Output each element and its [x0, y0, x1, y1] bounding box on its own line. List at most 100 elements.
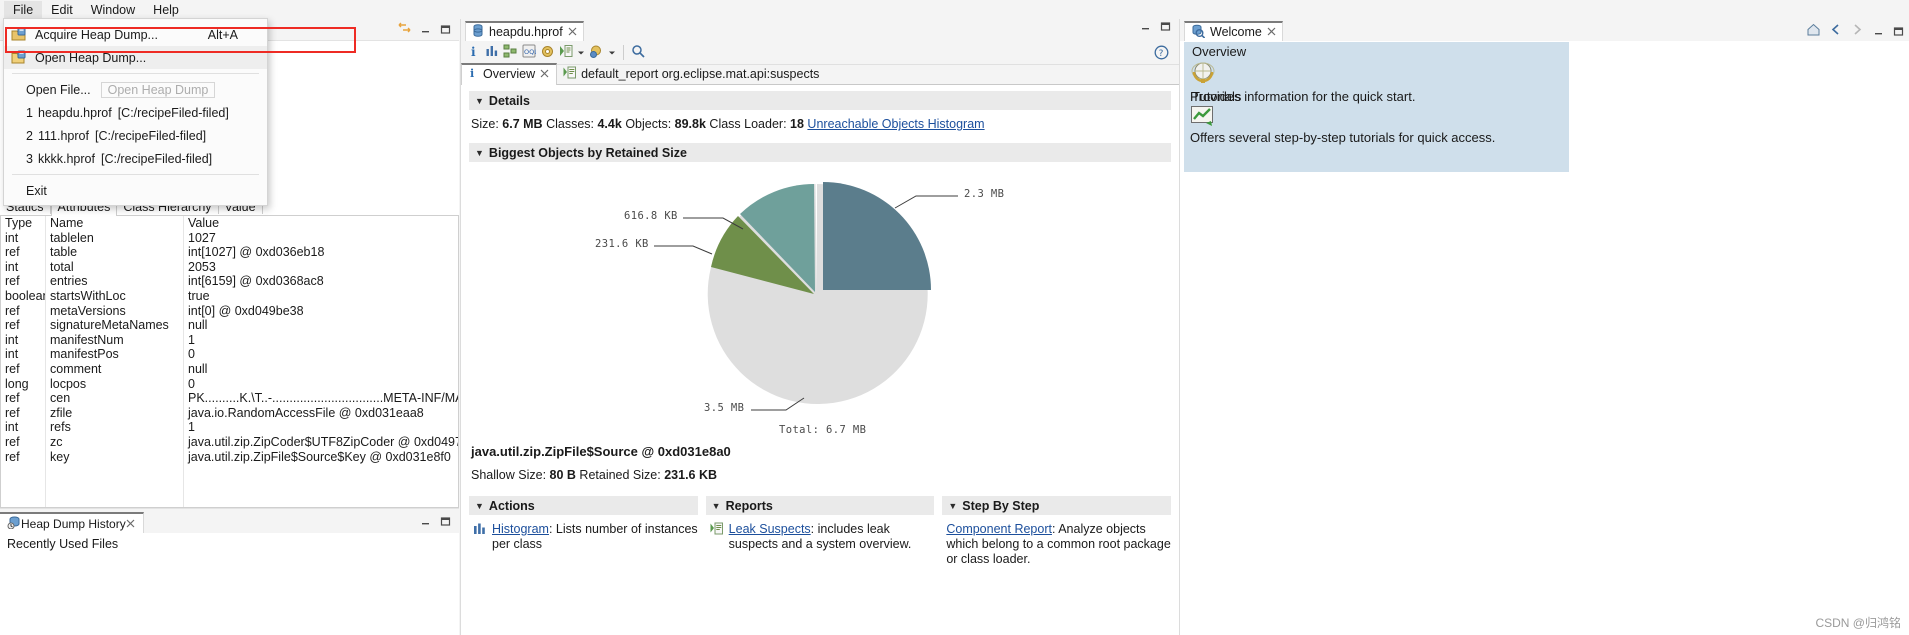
table-row[interactable]: int manifestPos 0 [1, 347, 458, 362]
query-browser-icon[interactable] [589, 44, 604, 62]
reports-item-leak-suspects[interactable]: Leak Suspects: includes leak suspects an… [706, 522, 935, 552]
menu-separator-2 [12, 174, 259, 175]
actions-title: Actions [488, 498, 535, 513]
table-row[interactable]: ref cen PK..........K.\T..-...............… [1, 391, 458, 406]
attributes-table-container[interactable]: Type Name Value int tablelen 1027 ref table… [0, 216, 459, 508]
help-icon[interactable]: ? [1154, 45, 1169, 63]
class-loader-value: 18 [790, 117, 804, 131]
class-loader-label: Class Loader: [709, 117, 787, 131]
table-row[interactable]: boolean startsWithLoc true [1, 289, 458, 304]
component-report-link[interactable]: Component Report [946, 522, 1052, 536]
size-label: Size: [471, 117, 499, 131]
tab-welcome[interactable]: Welcome [1184, 21, 1283, 41]
menu-bar: File Edit Window Help [0, 0, 1909, 19]
home-icon[interactable] [1807, 23, 1820, 39]
subtab-default-report[interactable]: default_report org.eclipse.mat.api:suspe… [557, 65, 826, 84]
gear-icon[interactable] [540, 44, 555, 62]
retained-size-value: 231.6 KB [664, 468, 718, 482]
chevron-down-icon[interactable] [608, 46, 616, 60]
table-row[interactable]: ref zfile java.io.RandomAccessFile @ 0xd03… [1, 406, 458, 421]
leak-suspects-link[interactable]: Leak Suspects [729, 522, 811, 536]
column-header-type[interactable]: Type [1, 216, 46, 231]
editor-subtabs: i Overview default_report org.eclipse.ma… [461, 63, 1179, 85]
menu-item-recent-1[interactable]: 1 heapdu.hprof [C:/recipeFiled-filed] [4, 101, 267, 124]
menu-window[interactable]: Window [82, 1, 144, 19]
link-with-editor-icon[interactable] [398, 21, 411, 37]
menu-help[interactable]: Help [144, 1, 188, 19]
maximize-icon[interactable] [1893, 26, 1904, 37]
heap-dump-history-toolbar [420, 516, 451, 527]
close-icon[interactable] [1267, 25, 1276, 39]
actions-item-histogram[interactable]: Histogram: Lists number of instances per… [469, 522, 698, 552]
back-icon[interactable] [1829, 23, 1842, 39]
cell-name: startsWithLoc [50, 288, 126, 303]
minimize-icon[interactable] [420, 24, 431, 35]
search-icon[interactable] [631, 44, 645, 61]
menu-item-recent-2[interactable]: 2 111.hprof [C:/recipeFiled-filed] [4, 124, 267, 147]
overview-bottom-sections: ▼ Actions Histogram: Lists number of ins… [469, 496, 1172, 567]
maximize-icon[interactable] [440, 516, 451, 527]
menu-item-open-file[interactable]: Open File... Open Heap Dump [4, 78, 267, 101]
menu-item-open-heap-dump[interactable]: Open Heap Dump... [4, 46, 267, 69]
tab-heap-dump-history[interactable]: Heap Dump History [0, 512, 144, 533]
retained-size-pie-chart[interactable]: 2.3 MB 616.8 KB 231.6 KB 3.5 MB Total: 6… [461, 166, 1179, 436]
minimize-icon[interactable] [420, 516, 431, 527]
unreachable-objects-histogram-link[interactable]: Unreachable Objects Histogram [807, 117, 984, 131]
menu-item-recent-3[interactable]: 3 kkkk.hprof [C:/recipeFiled-filed] [4, 147, 267, 170]
table-row[interactable]: ref table int[1027] @ 0xd036eb18 [1, 245, 458, 260]
forward-icon[interactable] [1851, 23, 1864, 39]
step-by-step-header[interactable]: ▼ Step By Step [942, 496, 1172, 515]
minimize-icon[interactable] [1873, 26, 1884, 37]
details-section-header[interactable]: ▼ Details [469, 91, 1171, 110]
cell-name: table [50, 245, 78, 260]
table-row[interactable]: int refs 1 [1, 420, 458, 435]
maximize-icon[interactable] [1160, 21, 1171, 32]
histogram-icon[interactable] [485, 44, 499, 61]
menu-item-exit[interactable]: Exit [4, 179, 267, 202]
close-icon[interactable] [126, 517, 135, 531]
column-header-name[interactable]: Name [46, 216, 184, 231]
column-header-value[interactable]: Value [184, 216, 458, 231]
close-icon[interactable] [568, 25, 577, 39]
overview-info-icon[interactable]: i [468, 44, 481, 62]
cell-name: manifestPos [50, 347, 119, 362]
heap-dump-history-body[interactable]: Recently Used Files [0, 533, 459, 635]
menu-edit[interactable]: Edit [42, 1, 82, 19]
subtab-overview[interactable]: i Overview [461, 63, 558, 85]
recent-1-path: [C:/recipeFiled-filed] [117, 105, 229, 120]
table-row[interactable]: ref entries int[6159] @ 0xd0368ac8 [1, 274, 458, 289]
table-row[interactable]: ref signatureMetaNames null [1, 318, 458, 333]
reports-header[interactable]: ▼ Reports [705, 496, 935, 515]
objects-label: Objects: [625, 117, 672, 131]
open-report-icon[interactable] [559, 44, 573, 61]
step-item-component-report[interactable]: Component Report: Analyze objects which … [942, 522, 1171, 567]
chevron-down-icon[interactable] [577, 46, 585, 60]
table-row[interactable]: ref zc java.util.zip.ZipCoder$UTF8ZipCoder… [1, 435, 458, 450]
actions-header[interactable]: ▼ Actions [469, 496, 698, 515]
table-row[interactable]: ref comment null [1, 362, 458, 377]
heap-dump-history-view: Heap Dump History Recently Used Files [0, 508, 459, 635]
biggest-objects-section-header[interactable]: ▼ Biggest Objects by Retained Size [469, 143, 1171, 162]
table-row[interactable]: int manifestNum 1 [1, 333, 458, 348]
menu-file[interactable]: File [4, 0, 43, 19]
table-row[interactable]: long locpos 0 [1, 377, 458, 392]
table-row[interactable]: int total 2053 [1, 260, 458, 275]
histogram-link[interactable]: Histogram [492, 522, 549, 536]
cell-type: ref [5, 449, 20, 464]
globe-icon[interactable] [1190, 60, 1216, 89]
table-row[interactable]: ref key java.util.zip.ZipFile$Source$Key @… [1, 450, 458, 465]
close-icon[interactable] [540, 67, 549, 81]
minimize-icon[interactable] [1140, 21, 1151, 32]
maximize-icon[interactable] [440, 24, 451, 35]
editor-tab-heapdump[interactable]: heapdu.hprof [465, 21, 584, 41]
oql-icon[interactable]: OQL [522, 44, 538, 61]
dominator-tree-icon[interactable] [503, 44, 518, 61]
editor-toolbar: i OQL [461, 41, 1179, 65]
svg-text:OQL: OQL [524, 48, 536, 56]
table-row[interactable]: ref metaVersions int[0] @ 0xd049be38 [1, 304, 458, 319]
report-icon [563, 66, 577, 82]
table-row[interactable]: int tablelen 1027 [1, 231, 458, 246]
tutorial-icon[interactable] [1190, 105, 1216, 130]
welcome-toolbar [1807, 23, 1904, 39]
menu-item-acquire-heap-dump[interactable]: Acquire Heap Dump... Alt+A [4, 23, 267, 46]
